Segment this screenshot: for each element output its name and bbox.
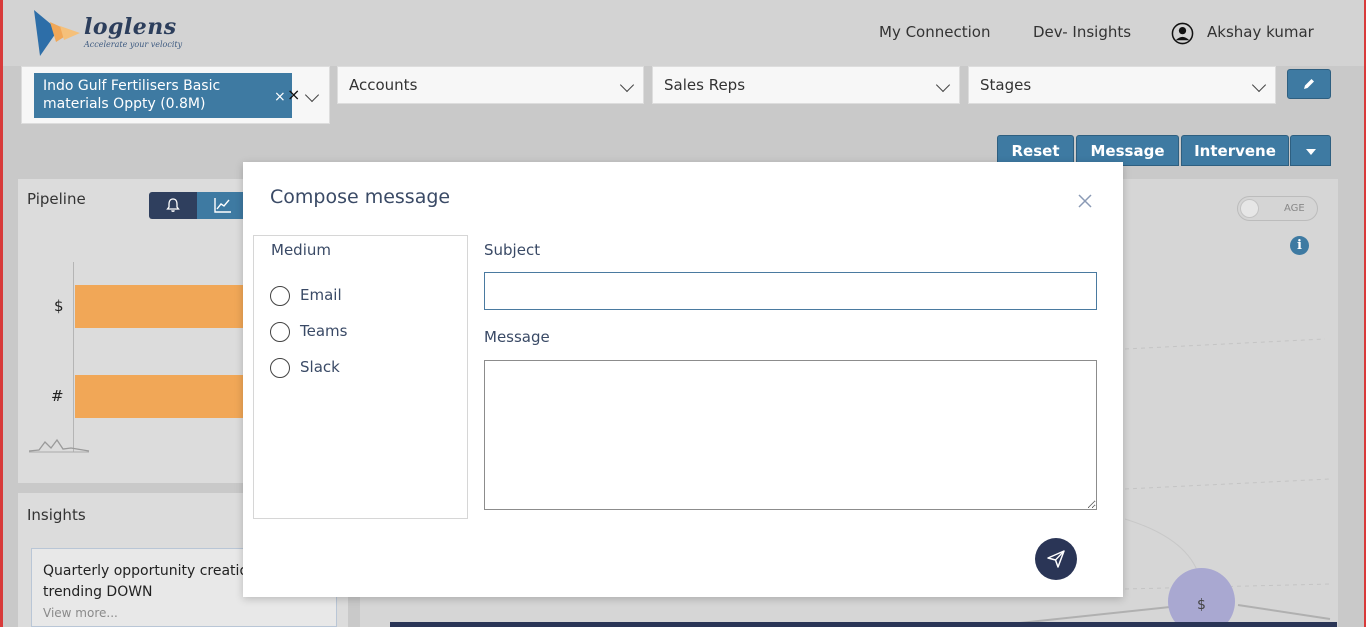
intervene-dropdown-button[interactable] [1290, 135, 1331, 166]
logo-text: loglens [84, 14, 177, 40]
graph-node[interactable]: $ [1168, 568, 1235, 627]
opportunity-filter[interactable]: Indo Gulf Fertilisers Basic materials Op… [21, 66, 330, 124]
modal-title: Compose message [270, 186, 451, 208]
email-radio[interactable] [270, 286, 290, 306]
logo[interactable]: loglens Accelerate your velocity [32, 8, 192, 58]
sparkline-icon [29, 438, 90, 453]
pipeline-view-toggle [149, 192, 249, 219]
intervene-button[interactable]: Intervene [1181, 135, 1289, 166]
subject-input[interactable] [484, 272, 1097, 310]
age-toggle[interactable]: AGE [1237, 196, 1318, 221]
sales-reps-select[interactable]: Sales Reps [652, 66, 960, 104]
email-radio-label[interactable]: Email [300, 286, 342, 304]
logo-tagline: Accelerate your velocity [84, 40, 183, 49]
opportunity-tag-label: Indo Gulf Fertilisers Basic materials Op… [43, 78, 221, 112]
close-icon[interactable] [1076, 192, 1094, 210]
bar-label-amount: $ [54, 297, 64, 315]
pipeline-title: Pipeline [27, 190, 86, 208]
opportunity-tag: Indo Gulf Fertilisers Basic materials Op… [34, 73, 292, 118]
chevron-down-icon [935, 77, 951, 93]
nav-dev-insights[interactable]: Dev- Insights [1033, 23, 1131, 41]
view-more-link[interactable]: View more... [43, 606, 118, 620]
stages-select[interactable]: Stages [968, 66, 1276, 104]
pipeline-axis [73, 262, 74, 452]
top-header: loglens Accelerate your velocity My Conn… [0, 0, 1366, 66]
accounts-select-label: Accounts [349, 76, 418, 94]
message-input[interactable] [484, 360, 1097, 510]
user-name[interactable]: Akshay kumar [1207, 23, 1314, 41]
pipeline-bar-amount [75, 285, 245, 328]
edit-button[interactable] [1287, 69, 1331, 99]
logo-mark-icon [34, 10, 80, 56]
info-icon[interactable]: i [1290, 236, 1309, 255]
nav-my-connection[interactable]: My Connection [879, 23, 990, 41]
bottom-strip [390, 622, 1337, 627]
user-avatar-icon[interactable] [1171, 22, 1194, 45]
trend-toggle[interactable] [197, 192, 249, 219]
bell-icon [166, 198, 180, 212]
medium-panel: Medium Email Teams Slack [253, 235, 468, 519]
stages-select-label: Stages [980, 76, 1032, 94]
window-border-left [0, 0, 3, 627]
accounts-select[interactable]: Accounts [337, 66, 644, 104]
alerts-toggle[interactable] [149, 192, 197, 219]
chevron-down-icon [619, 77, 635, 93]
bar-label-count: # [51, 387, 64, 405]
pencil-icon [1304, 79, 1314, 89]
pipeline-bar-count [75, 375, 245, 418]
age-toggle-label: AGE [1284, 203, 1305, 214]
subject-label: Subject [484, 241, 541, 259]
chevron-down-icon[interactable] [304, 87, 320, 103]
insights-title: Insights [27, 506, 86, 524]
send-button[interactable] [1035, 538, 1077, 580]
slack-radio[interactable] [270, 358, 290, 378]
age-toggle-knob [1240, 199, 1259, 218]
tag-remove-icon[interactable]: × [274, 89, 286, 105]
message-label: Message [484, 328, 550, 346]
paper-plane-icon [1047, 550, 1065, 568]
caret-down-icon [1306, 149, 1316, 155]
medium-title: Medium [271, 241, 331, 259]
compose-message-modal: Compose message Medium Email Teams Slack… [243, 162, 1123, 597]
line-chart-icon [214, 198, 231, 213]
teams-radio[interactable] [270, 322, 290, 342]
teams-radio-label[interactable]: Teams [300, 322, 347, 340]
chevron-down-icon [1251, 77, 1267, 93]
sales-reps-select-label: Sales Reps [664, 76, 746, 94]
slack-radio-label[interactable]: Slack [300, 358, 340, 376]
clear-icon[interactable]: × [287, 85, 300, 104]
